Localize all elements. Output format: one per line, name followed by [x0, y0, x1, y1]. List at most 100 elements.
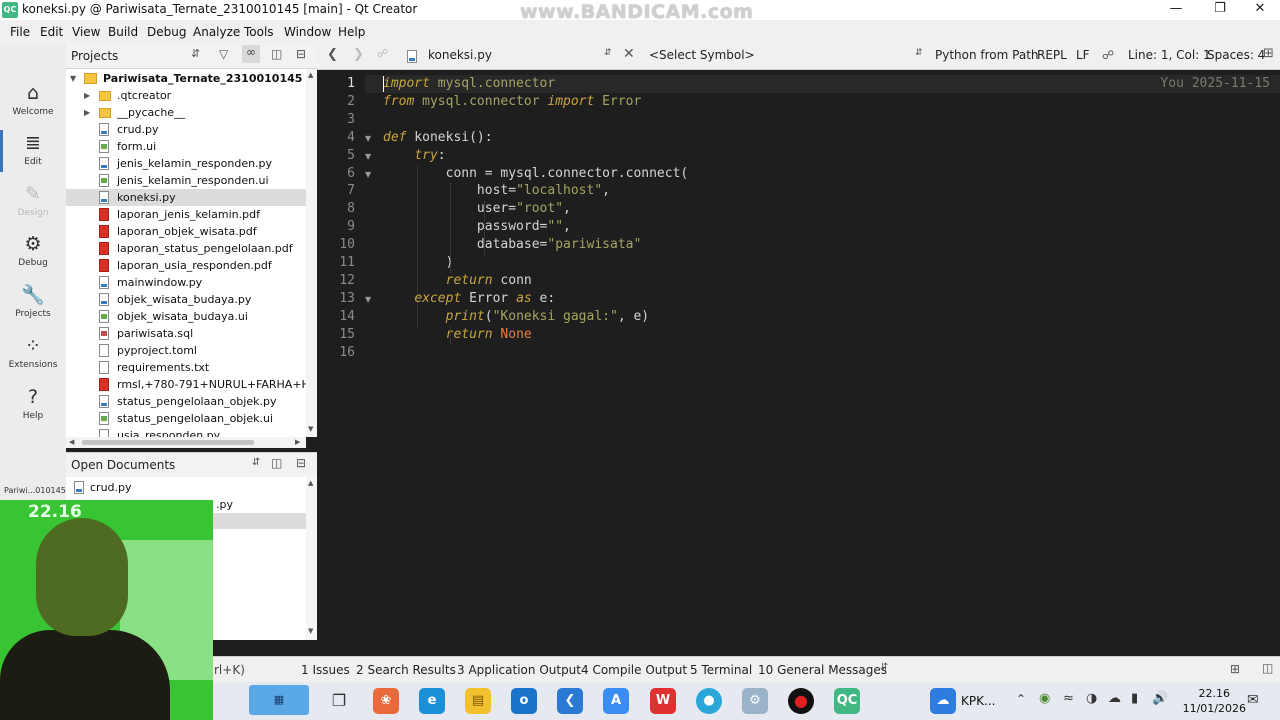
mode-help[interactable]: ? Help: [0, 386, 66, 421]
taskbar-thumbnail-icon[interactable]: ▦: [249, 685, 309, 715]
store-icon[interactable]: A: [603, 688, 629, 714]
project-file-item[interactable]: jenis_kelamin_responden.ui: [66, 172, 306, 189]
menu-tools[interactable]: Tools: [244, 25, 274, 39]
scroll-down-arrow-icon[interactable]: ▼: [308, 425, 313, 433]
current-file-select[interactable]: koneksi.py: [428, 48, 492, 62]
project-file-item[interactable]: pariwisata.sql: [66, 325, 306, 342]
sort-icon[interactable]: ⇵: [191, 47, 200, 60]
project-file-item[interactable]: rmsl,+780-791+NURUL+FARHA+HI+A: [66, 376, 306, 393]
scroll-left-arrow-icon[interactable]: ◀: [69, 438, 74, 446]
project-tree-hscrollbar[interactable]: ◀ ▶: [66, 437, 306, 448]
volume-icon[interactable]: 🔊: [1152, 691, 1168, 706]
scroll-right-arrow-icon[interactable]: ▶: [295, 438, 300, 446]
hscroll-thumb[interactable]: [82, 440, 254, 445]
menu-debug[interactable]: Debug: [147, 25, 186, 39]
toggle-sidebar-icon[interactable]: ◫: [1262, 661, 1273, 675]
filter-icon[interactable]: ▽: [219, 47, 228, 61]
progress-details-icon[interactable]: ⊞: [1230, 662, 1240, 676]
expand-arrow-icon[interactable]: ▼: [70, 70, 76, 87]
project-file-item[interactable]: ▶ __pycache__: [66, 104, 306, 121]
open-document-item[interactable]: crud.py: [66, 479, 306, 496]
scroll-up-arrow-icon[interactable]: ▲: [308, 479, 313, 487]
maximize-button[interactable]: ❐: [1198, 0, 1242, 20]
interpreter-button[interactable]: Python from Path: [935, 48, 1039, 62]
fold-marker-icon[interactable]: ▼: [365, 152, 371, 161]
wps-office-icon[interactable]: W: [650, 688, 676, 714]
vscode-icon[interactable]: ❮: [557, 688, 583, 714]
menu-analyze[interactable]: Analyze: [193, 25, 240, 39]
task-view-icon[interactable]: ❐: [326, 688, 352, 714]
mode-edit[interactable]: ≣ Edit: [0, 132, 66, 167]
menu-window[interactable]: Window: [284, 25, 331, 39]
symbol-dropdown-arrow-icon[interactable]: ⇵: [915, 48, 923, 58]
project-file-item[interactable]: pyproject.toml: [66, 342, 306, 359]
menu-edit[interactable]: Edit: [40, 25, 63, 39]
outlook-icon[interactable]: o: [511, 688, 537, 714]
scroll-down-arrow-icon[interactable]: ▼: [308, 627, 313, 635]
output-tab[interactable]: 2 Search Results: [356, 663, 456, 677]
project-file-item[interactable]: form.ui: [66, 138, 306, 155]
project-file-item[interactable]: laporan_usia_responden.pdf: [66, 257, 306, 274]
scroll-up-arrow-icon[interactable]: ▲: [308, 71, 313, 79]
output-tab[interactable]: 4 Compile Output: [581, 663, 687, 677]
output-tab[interactable]: 1 Issues: [301, 663, 350, 677]
project-file-item[interactable]: usia_responden.py: [66, 427, 306, 437]
mode-welcome[interactable]: ⌂ Welcome: [0, 82, 66, 117]
project-file-item[interactable]: crud.py: [66, 121, 306, 138]
collapse-arrow-icon[interactable]: ▶: [84, 104, 90, 121]
output-pane-menu-icon[interactable]: ⇵: [880, 662, 888, 673]
project-file-item[interactable]: laporan_status_pengelolaan.pdf: [66, 240, 306, 257]
edge-browser-icon[interactable]: e: [419, 688, 445, 714]
open-documents-scrollbar[interactable]: ▲ ▼: [306, 477, 317, 640]
menu-view[interactable]: View: [72, 25, 100, 39]
menu-help[interactable]: Help: [338, 25, 365, 39]
qt-creator-taskbar-icon[interactable]: QC: [834, 688, 860, 714]
mode-extensions[interactable]: ⁘ Extensions: [0, 335, 66, 370]
project-file-item[interactable]: status_pengelolaan_objek.py: [66, 393, 306, 410]
close-panel-icon[interactable]: ⊟: [296, 47, 306, 61]
project-file-item[interactable]: koneksi.py: [66, 189, 306, 206]
show-hidden-icons-icon[interactable]: ⌃: [1016, 692, 1026, 706]
file-dropdown-arrow-icon[interactable]: ⇵: [604, 48, 612, 58]
split-editor-icon[interactable]: ⊞: [1263, 46, 1274, 61]
weather-app-icon[interactable]: ☁: [930, 688, 956, 714]
project-tree-scrollbar[interactable]: ▲ ▼: [306, 69, 317, 437]
project-file-item[interactable]: objek_wisata_budaya.ui: [66, 308, 306, 325]
split-view-icon[interactable]: ◫: [271, 456, 282, 470]
collapse-arrow-icon[interactable]: ▶: [84, 87, 90, 104]
close-window-button[interactable]: ✕: [1238, 0, 1280, 20]
sort-icon[interactable]: ⇵: [252, 457, 260, 468]
symbol-select[interactable]: <Select Symbol>: [649, 48, 755, 62]
output-tab[interactable]: 3 Application Output: [457, 663, 581, 677]
link-editor-icon[interactable]: ∞: [242, 45, 260, 63]
menu-build[interactable]: Build: [108, 25, 138, 39]
copilot-icon[interactable]: ❀: [373, 688, 399, 714]
project-file-item[interactable]: jenis_kelamin_responden.py: [66, 155, 306, 172]
code-editor[interactable]: 1 2 3 4 5 6 7 8 9 10 11 12 13 14 15 16 import mysql.con…: [317, 70, 1280, 656]
project-file-item[interactable]: laporan_objek_wisata.pdf: [66, 223, 306, 240]
output-tab[interactable]: 5 Terminal: [690, 663, 752, 677]
file-lock-icon[interactable]: ☍: [1102, 48, 1114, 62]
system-clock[interactable]: 22.16 11/01/2026: [1183, 686, 1246, 716]
project-file-item[interactable]: status_pengelolaan_objek.ui: [66, 410, 306, 427]
project-file-item[interactable]: objek_wisata_budaya.py: [66, 291, 306, 308]
minimize-button[interactable]: —: [1154, 0, 1198, 20]
bandicam-record-icon[interactable]: ●: [788, 688, 814, 714]
mode-projects[interactable]: 🔧 Projects: [0, 284, 66, 319]
mode-debug[interactable]: ⚙ Debug: [0, 233, 66, 268]
project-file-item[interactable]: laporan_jenis_kelamin.pdf: [66, 206, 306, 223]
fold-marker-icon[interactable]: ▼: [365, 134, 371, 143]
project-file-item[interactable]: requirements.txt: [66, 359, 306, 376]
split-view-icon[interactable]: ◫: [271, 47, 282, 61]
line-ending-button[interactable]: LF: [1076, 48, 1090, 62]
file-explorer-icon[interactable]: ▤: [465, 688, 491, 714]
project-tree[interactable]: ▼ Pariwisata_Ternate_2310010145 [main ▶ .qt…: [66, 69, 306, 437]
output-tab[interactable]: 10 General Messages: [758, 663, 887, 677]
fold-marker-icon[interactable]: ▼: [365, 170, 371, 179]
repl-button[interactable]: REPL: [1037, 48, 1067, 62]
close-panel-icon[interactable]: ⊟: [296, 456, 306, 470]
indentation-button[interactable]: Spaces: 4: [1207, 48, 1265, 62]
chat-app-icon[interactable]: ●: [696, 688, 722, 714]
wifi-icon[interactable]: ≈: [1063, 691, 1074, 706]
menu-file[interactable]: File: [10, 25, 30, 39]
